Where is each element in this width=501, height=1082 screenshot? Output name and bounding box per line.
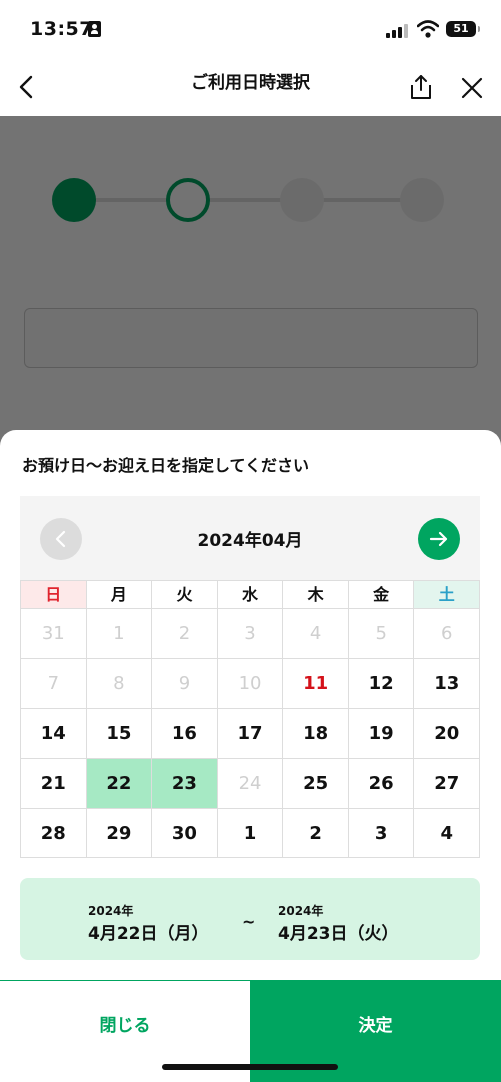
calendar-day[interactable]: 14 — [20, 708, 86, 758]
id-card-icon — [88, 21, 101, 37]
calendar-day: 3 — [216, 608, 283, 658]
battery-icon: 51 — [446, 21, 480, 37]
calendar-day: 10 — [216, 658, 283, 708]
calendar-day: 5 — [347, 608, 414, 658]
calendar-day[interactable]: 3 — [347, 808, 414, 858]
signal-icon — [386, 22, 410, 38]
calendar-week-row: 7 8 9 10 11 12 13 — [20, 658, 481, 708]
share-icon[interactable] — [408, 74, 434, 100]
selected-range-summary: 2024年 4月22日（月） ~ 2024年 4月23日（火） — [20, 878, 480, 960]
calendar-day[interactable]: 30 — [151, 808, 217, 858]
calendar-grid: 日月火水木金土 31 1 2 3 4 5 6 7 8 9 10 11 12 13 14 15 16 17 18 19 2… — [20, 580, 481, 858]
range-separator: ~ — [242, 912, 256, 931]
calendar-day: 4 — [282, 608, 348, 658]
calendar-day: 31 — [20, 608, 86, 658]
calendar-day: 1 — [85, 608, 152, 658]
calendar-day[interactable]: 16 — [151, 708, 217, 758]
weekday-label: 火 — [151, 580, 217, 608]
calendar-day[interactable]: 11 — [282, 658, 348, 708]
calendar-day: 8 — [85, 658, 152, 708]
calendar-day[interactable]: 27 — [413, 758, 481, 808]
status-time: 13:57 — [30, 18, 93, 40]
calendar-day[interactable]: 2 — [282, 808, 348, 858]
calendar-day[interactable]: 28 — [20, 808, 86, 858]
calendar-day[interactable]: 21 — [20, 758, 86, 808]
calendar-day[interactable]: 20 — [413, 708, 481, 758]
weekday-label: 月 — [85, 580, 152, 608]
calendar-header: 2024年04月 — [20, 496, 480, 580]
calendar-week-row: 14 15 16 17 18 19 20 — [20, 708, 481, 758]
calendar-day-selected[interactable]: 22 — [85, 758, 152, 808]
calendar-days: 31 1 2 3 4 5 6 7 8 9 10 11 12 13 14 15 16 17 18 19 20 21 22 23 2… — [20, 608, 481, 858]
nav-bar: ご利用日時選択 — [0, 58, 501, 116]
status-bar: 13:57 51 — [0, 0, 501, 58]
calendar-day: 9 — [151, 658, 217, 708]
home-indicator — [162, 1064, 338, 1070]
weekday-label: 水 — [216, 580, 283, 608]
calendar-day[interactable]: 4 — [413, 808, 481, 858]
calendar-day: 24 — [216, 758, 283, 808]
calendar-day[interactable]: 12 — [347, 658, 414, 708]
calendar-week-row: 28 29 30 1 2 3 4 — [20, 808, 481, 858]
calendar-month-label: 2024年04月 — [197, 531, 303, 551]
calendar-week-row: 31 1 2 3 4 5 6 — [20, 608, 481, 658]
next-month-button[interactable] — [418, 518, 460, 560]
weekday-header-row: 日月火水木金土 — [20, 580, 481, 608]
calendar-day-selected[interactable]: 23 — [151, 758, 217, 808]
sheet-title: お預け日〜お迎え日を指定してください — [22, 456, 310, 475]
calendar-day[interactable]: 17 — [216, 708, 283, 758]
calendar-day[interactable]: 15 — [85, 708, 152, 758]
calendar-day: 6 — [413, 608, 481, 658]
wifi-icon — [417, 20, 439, 38]
calendar-day[interactable]: 18 — [282, 708, 348, 758]
calendar-day[interactable]: 19 — [347, 708, 414, 758]
calendar-day[interactable]: 29 — [85, 808, 152, 858]
end-year: 2024年 — [278, 904, 324, 918]
start-date: 4月22日（月） — [88, 924, 209, 944]
calendar-day[interactable]: 13 — [413, 658, 481, 708]
weekday-label: 金 — [347, 580, 414, 608]
calendar-day[interactable]: 26 — [347, 758, 414, 808]
start-year: 2024年 — [88, 904, 134, 918]
calendar-day[interactable]: 25 — [282, 758, 348, 808]
calendar-day[interactable]: 1 — [216, 808, 283, 858]
calendar-day: 7 — [20, 658, 86, 708]
calendar-day: 2 — [151, 608, 217, 658]
weekday-label: 木 — [282, 580, 348, 608]
weekday-label: 土 — [413, 580, 481, 608]
end-date: 4月23日（火） — [278, 924, 399, 944]
date-range-sheet: お預け日〜お迎え日を指定してください 2024年04月 日月火水木金土 31 1 2… — [0, 430, 501, 1082]
close-icon[interactable] — [460, 76, 484, 100]
calendar-week-row: 21 22 23 24 25 26 27 — [20, 758, 481, 808]
weekday-label: 日 — [20, 580, 86, 608]
